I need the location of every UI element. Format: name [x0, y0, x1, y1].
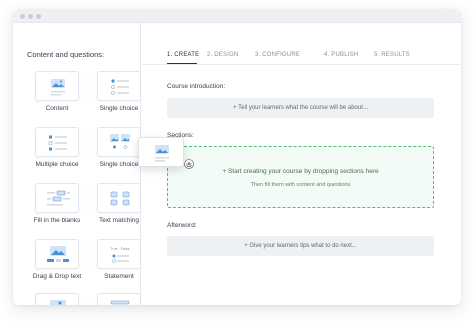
tile-image-single-choice[interactable] [97, 127, 141, 157]
app-window: Content and questions: Content Single ch… [13, 9, 461, 305]
tile-list[interactable] [97, 293, 141, 305]
afterword-input[interactable]: + Give your learners tips what to do nex… [167, 236, 434, 256]
step-create[interactable]: 1. CREATE [167, 52, 199, 58]
content-sidebar: Content and questions: Content Single ch… [13, 23, 141, 305]
image-text-icon [155, 145, 169, 162]
step-publish[interactable]: 4. PUBLISH [324, 52, 358, 58]
tile-label: Content [45, 105, 69, 112]
tile-text: True · False [110, 247, 129, 251]
step-results[interactable]: 5. RESULTS [374, 52, 410, 58]
tile-multiple-choice[interactable] [35, 127, 79, 157]
drag-drop-icon [47, 246, 69, 262]
tile-statement[interactable]: True · False [97, 239, 141, 269]
image-hotspot-icon [50, 300, 66, 305]
single-choice-icon [110, 79, 129, 95]
list-icon [110, 300, 130, 305]
step-configure[interactable]: 3. CONFIGURE [255, 52, 300, 58]
tile-label: Drag & Drop text [32, 273, 82, 280]
tile-label: Multiple choice [35, 161, 79, 168]
fill-blanks-icon [47, 190, 70, 206]
grab-cursor-icon [184, 159, 194, 169]
multiple-choice-icon [48, 135, 67, 151]
tile-fill-blanks[interactable] [35, 183, 79, 213]
sidebar-title: Content and questions: [27, 50, 105, 59]
tile-image-hotspot[interactable] [35, 293, 79, 305]
sections-dropzone[interactable]: + Start creating your course by dropping… [167, 146, 434, 208]
tile-label: Fill in the blanks [33, 217, 81, 224]
window-dot-icon [28, 14, 33, 19]
wizard-steps: 1. CREATE 2. DESIGN 3. CONFIGURE 4. PUBL… [142, 23, 461, 65]
dragged-content-tile[interactable] [138, 137, 184, 167]
step-design[interactable]: 2. DESIGN [207, 52, 238, 58]
image-text-icon [51, 79, 65, 96]
tile-single-choice[interactable] [97, 71, 141, 101]
course-intro-label: Course introduction: [167, 83, 226, 90]
true-false-icon: True · False [110, 247, 130, 263]
window-dot-icon [36, 14, 41, 19]
dropzone-sub-text: Then fill them with content and question… [250, 182, 351, 188]
window-titlebar [13, 9, 461, 23]
image-single-choice-icon [110, 134, 130, 149]
text-matching-icon [110, 191, 130, 206]
afterword-label: Afterword: [167, 222, 197, 229]
dropzone-main-text: + Start creating your course by dropping… [222, 168, 379, 175]
tile-text-matching[interactable] [97, 183, 141, 213]
tile-drag-drop-text[interactable] [35, 239, 79, 269]
window-dot-icon [20, 14, 25, 19]
course-intro-input[interactable]: + Tell your learners what the course wil… [167, 98, 434, 118]
tile-content[interactable] [35, 71, 79, 101]
divider [142, 64, 461, 65]
